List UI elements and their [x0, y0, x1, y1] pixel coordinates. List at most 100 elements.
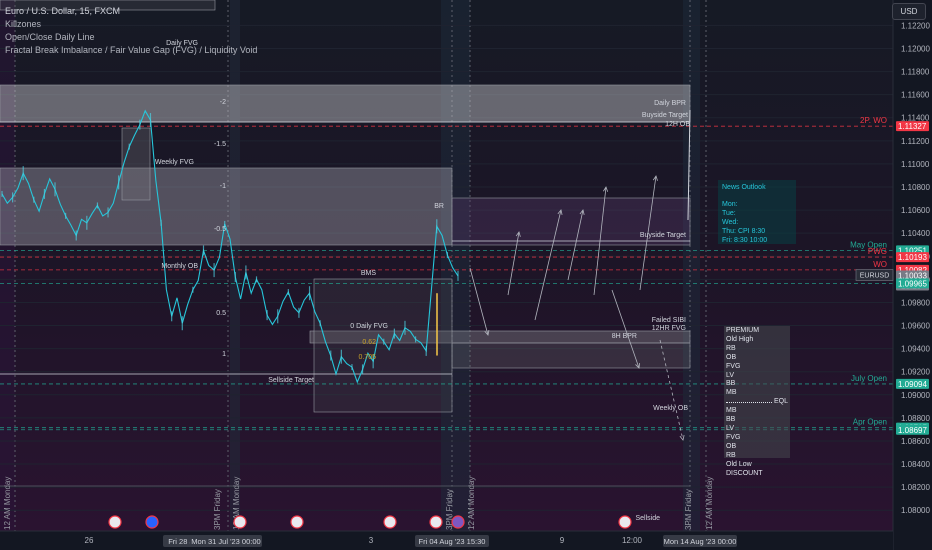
- pd-item: OB: [726, 353, 737, 361]
- annotation-label: -0.5: [214, 226, 226, 233]
- news-line: Wed:: [722, 219, 739, 226]
- price-badge-value: 1.09965: [898, 279, 927, 288]
- price-tick-label: 1.09200: [901, 368, 930, 377]
- level-label: 2P. WO: [860, 116, 887, 125]
- news-line: Fri: 8:30 10:00: [722, 237, 768, 244]
- level-label: July Open: [851, 374, 887, 383]
- price-badge-value: 1.10193: [898, 253, 927, 262]
- weekly-fvg-zone: [0, 167, 453, 246]
- pd-eql-row: EQL: [726, 398, 788, 407]
- price-tick-label: 1.08000: [901, 506, 930, 515]
- symbol-title[interactable]: Euro / U.S. Dollar, 15, FXCM: [5, 5, 257, 18]
- high-zone: [121, 127, 151, 201]
- event-flag-icon: [429, 515, 443, 529]
- pd-item: LV: [726, 371, 735, 379]
- price-tick-label: 1.11600: [901, 91, 930, 100]
- pd-item: PREMIUM: [726, 327, 760, 334]
- price-tick-label: 1.08800: [901, 414, 930, 423]
- bms-zone: [313, 278, 453, 413]
- annotation-label: BMS: [361, 270, 377, 277]
- annotation-label: 1: [222, 351, 226, 358]
- time-tick-label: 26: [85, 536, 94, 545]
- annotation-label: 8H BPR: [612, 333, 637, 340]
- session-vertical-label: 3PM Friday: [684, 489, 693, 530]
- level-label: WO: [873, 260, 887, 269]
- session-band: [0, 0, 15, 531]
- session-band: [683, 0, 700, 531]
- price-tick-label: 1.12000: [901, 44, 930, 53]
- price-tick-label: 1.11200: [901, 137, 930, 146]
- annotation-label: Weekly OB: [653, 405, 688, 412]
- price-tick-label: 1.12200: [901, 21, 930, 30]
- price-tick-label: 1.10800: [901, 183, 930, 192]
- pd-eql: EQL: [773, 398, 788, 406]
- indicator-fvg[interactable]: Fractal Break Imbalance / Fair Value Gap…: [5, 44, 257, 57]
- session-band: [230, 0, 240, 531]
- premium-discount-panel: PREMIUM Old High RB OB FVG LV BB MB EQL …: [724, 326, 790, 477]
- currency-button[interactable]: USD: [892, 3, 926, 20]
- time-tick-label: 12:00: [622, 536, 643, 545]
- session-vertical-label: 12 AM Monday: [705, 477, 714, 530]
- pd-item: Old High: [726, 335, 754, 343]
- price-badge-value: 1.09094: [898, 380, 927, 389]
- session-vertical-label: 12 AM Monday: [467, 477, 476, 530]
- pd-item: MB: [726, 389, 737, 397]
- annotation-label: Sellside: [635, 515, 660, 522]
- event-flag-icon: [145, 515, 159, 529]
- annotation-label: 0.5: [216, 310, 226, 317]
- indicator-open-close-daily-line[interactable]: Open/Close Daily Line: [5, 31, 257, 44]
- level-label: Apr Open: [853, 418, 887, 427]
- price-tick-label: 1.09000: [901, 391, 930, 400]
- pd-item: BB: [726, 380, 736, 388]
- price-chart[interactable]: 2P. WOMay OpenPWGWOAJuly OpenApr OpenDai…: [0, 0, 932, 550]
- crosshair-time-label: Fri 04 Aug '23 15:30: [419, 537, 486, 546]
- annotation-label: -1: [220, 183, 226, 190]
- news-line: Tue:: [722, 210, 736, 217]
- news-outlook-title: News Outlook: [722, 184, 766, 191]
- annotation-label: 0 Daily FVG: [350, 323, 388, 330]
- symbol-tag-label: EURUSD: [860, 273, 890, 280]
- session-vertical-label: 3PM Friday: [213, 489, 222, 530]
- price-tick-label: 1.08200: [901, 483, 930, 492]
- news-outlook-panel: News Outlook Mon: Tue: Wed: Thu: CPI 8:3…: [718, 180, 796, 244]
- daily-bpr-zone: [0, 84, 691, 123]
- event-flag-icon: [290, 515, 304, 529]
- chart-legend: Euro / U.S. Dollar, 15, FXCM Killzones O…: [5, 5, 257, 57]
- pd-item: FVG: [726, 362, 741, 370]
- pd-item: FVG: [726, 433, 741, 441]
- price-tick-label: 1.09600: [901, 322, 930, 331]
- news-line: Thu: CPI 8:30: [722, 228, 766, 235]
- pd-item: Old Low: [726, 460, 752, 468]
- annotation-label: -1.5: [214, 141, 226, 148]
- crosshair-time-label: Mon 14 Aug '23 00:00: [664, 537, 737, 546]
- crosshair-time-label: Mon 31 Jul '23 00:00: [191, 537, 260, 546]
- annotation-label: BR: [434, 203, 444, 210]
- annotation-label: -2: [220, 99, 226, 106]
- event-flag-icon: [383, 515, 397, 529]
- annotation-label: Daily BPR: [654, 100, 686, 107]
- annotation-label: Monthly OB: [161, 263, 198, 270]
- pd-item: BB: [726, 416, 736, 424]
- pd-item: RB: [726, 451, 736, 459]
- time-tick-label: 9: [560, 536, 565, 545]
- event-flag-icon: [451, 515, 465, 529]
- price-badge-value: 1.11327: [898, 122, 927, 131]
- indicator-killzones[interactable]: Killzones: [5, 18, 257, 31]
- annotation-label: Buyside Target: [642, 112, 688, 119]
- annotation-label: 12H OB: [665, 121, 690, 128]
- price-tick-label: 1.09400: [901, 345, 930, 354]
- pd-item: RB: [726, 344, 736, 352]
- annotation-label: 0.62: [362, 339, 376, 346]
- event-flag-icon: [108, 515, 122, 529]
- pd-item: OB: [726, 442, 737, 450]
- price-tick-label: 1.08600: [901, 437, 930, 446]
- annotation-label: Sellside Target: [268, 377, 314, 384]
- session-band: [441, 0, 470, 531]
- pd-item: DISCOUNT: [726, 469, 763, 477]
- pd-item: LV: [726, 424, 735, 432]
- time-tick-label: 3: [369, 536, 374, 545]
- annotation-label: 12HR FVG: [652, 325, 686, 332]
- level-label: PWG: [868, 247, 887, 256]
- price-badge-value: 1.08697: [898, 426, 927, 435]
- price-tick-label: 1.11800: [901, 68, 930, 77]
